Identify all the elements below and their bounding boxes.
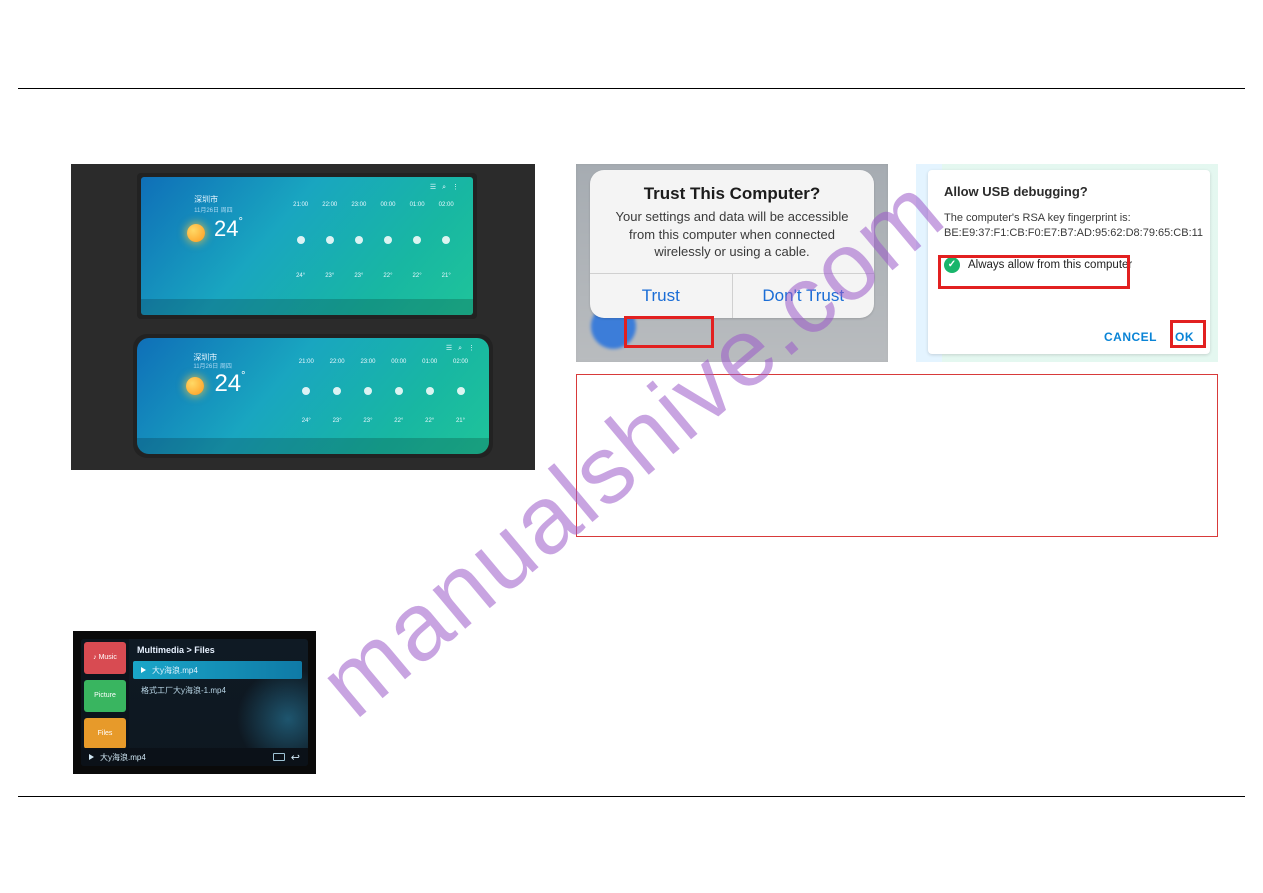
- android-dialog-actions: CANCEL OK: [944, 330, 1194, 344]
- back-icon[interactable]: ↩: [291, 751, 300, 764]
- android-dialog-card: Allow USB debugging? The computer's RSA …: [928, 170, 1210, 354]
- forecast-grid: 21:0024° 22:0023° 23:0023° 00:0022° 01:0…: [287, 202, 460, 279]
- divider-bottom: [18, 796, 1245, 797]
- callout-box: [576, 374, 1218, 537]
- figure-multimedia-files: ♪ Music Picture Files Multimedia > Files…: [73, 631, 316, 774]
- weather-city: 深圳市: [194, 194, 218, 205]
- screen-header-icons: ☰ ⌕ ⋮: [446, 344, 477, 353]
- figure-android-usb-debugging: Allow USB debugging? The computer's RSA …: [916, 164, 1218, 362]
- sun-icon: [186, 377, 204, 395]
- sidebar-tab-picture[interactable]: Picture: [84, 680, 126, 712]
- file-row-selected[interactable]: 大y海浪.mp4: [133, 661, 302, 679]
- media-footer: 大y海浪.mp4 ↩: [81, 748, 308, 766]
- checkmark-icon: ✓: [944, 257, 960, 273]
- media-sidebar: ♪ Music Picture Files: [81, 639, 129, 766]
- file-name: 格式工厂大y海浪-1.mp4: [141, 685, 226, 696]
- always-allow-row[interactable]: ✓ Always allow from this computer: [944, 257, 1194, 273]
- car-display-screen: ☰ ⌕ ⋮ 深圳市 11月26日 周四 24° 21:0024° 22:0023…: [141, 177, 473, 315]
- cancel-button[interactable]: CANCEL: [1104, 330, 1157, 344]
- figure-ios-trust-dialog: Trust This Computer? Your settings and d…: [576, 164, 888, 362]
- android-dialog-title: Allow USB debugging?: [944, 184, 1194, 199]
- android-dialog-body: The computer's RSA key fingerprint is: B…: [944, 211, 1194, 241]
- phone-screen: ☰ ⌕ ⋮ 深圳市 11月26日 周四 24° 21:0024° 22:0023…: [137, 338, 489, 454]
- car-media-screen: ♪ Music Picture Files Multimedia > Files…: [81, 639, 308, 766]
- dont-trust-button[interactable]: Don't Trust: [732, 274, 875, 318]
- fullscreen-icon[interactable]: [273, 753, 285, 761]
- forecast-grid: 21:0024° 22:0023° 23:0023° 00:0022° 01:0…: [292, 359, 475, 424]
- ios-alert-actions: Trust Don't Trust: [590, 273, 874, 318]
- now-playing-label: 大y海浪.mp4: [100, 752, 146, 763]
- car-display-frame: ☰ ⌕ ⋮ 深圳市 11月26日 周四 24° 21:0024° 22:0023…: [137, 173, 477, 319]
- sidebar-tab-music[interactable]: ♪ Music: [84, 642, 126, 674]
- weather-date: 11月26日 周四: [194, 205, 233, 214]
- ok-button[interactable]: OK: [1175, 330, 1194, 344]
- rsa-fingerprint: BE:E9:37:F1:CB:F0:E7:B7:AD:95:62:D8:79:6…: [944, 226, 1194, 241]
- figure-weather-mirror: ☰ ⌕ ⋮ 深圳市 11月26日 周四 24° 21:0024° 22:0023…: [71, 164, 535, 470]
- weather-temp: 24°: [214, 370, 245, 398]
- always-allow-label: Always allow from this computer: [968, 259, 1132, 271]
- breadcrumb: Multimedia > Files: [137, 645, 215, 655]
- phone-frame: ☰ ⌕ ⋮ 深圳市 11月26日 周四 24° 21:0024° 22:0023…: [133, 334, 493, 458]
- play-icon: [141, 667, 146, 673]
- weather-temp: 24°: [214, 216, 243, 242]
- trust-button[interactable]: Trust: [590, 274, 732, 318]
- ios-alert-card: Trust This Computer? Your settings and d…: [590, 170, 874, 318]
- divider-top: [18, 88, 1245, 89]
- file-row[interactable]: 格式工厂大y海浪-1.mp4: [133, 681, 302, 699]
- screen-header-icons: ☰ ⌕ ⋮: [430, 183, 461, 192]
- sun-icon: [187, 224, 205, 242]
- ios-alert-title: Trust This Computer?: [590, 170, 874, 208]
- play-icon[interactable]: [89, 754, 94, 760]
- sidebar-tab-files[interactable]: Files: [84, 718, 126, 750]
- rsa-label: The computer's RSA key fingerprint is:: [944, 211, 1194, 226]
- ios-alert-body: Your settings and data will be accessibl…: [590, 208, 874, 273]
- file-name: 大y海浪.mp4: [152, 665, 198, 676]
- weather-date: 11月26日 周四: [193, 361, 232, 370]
